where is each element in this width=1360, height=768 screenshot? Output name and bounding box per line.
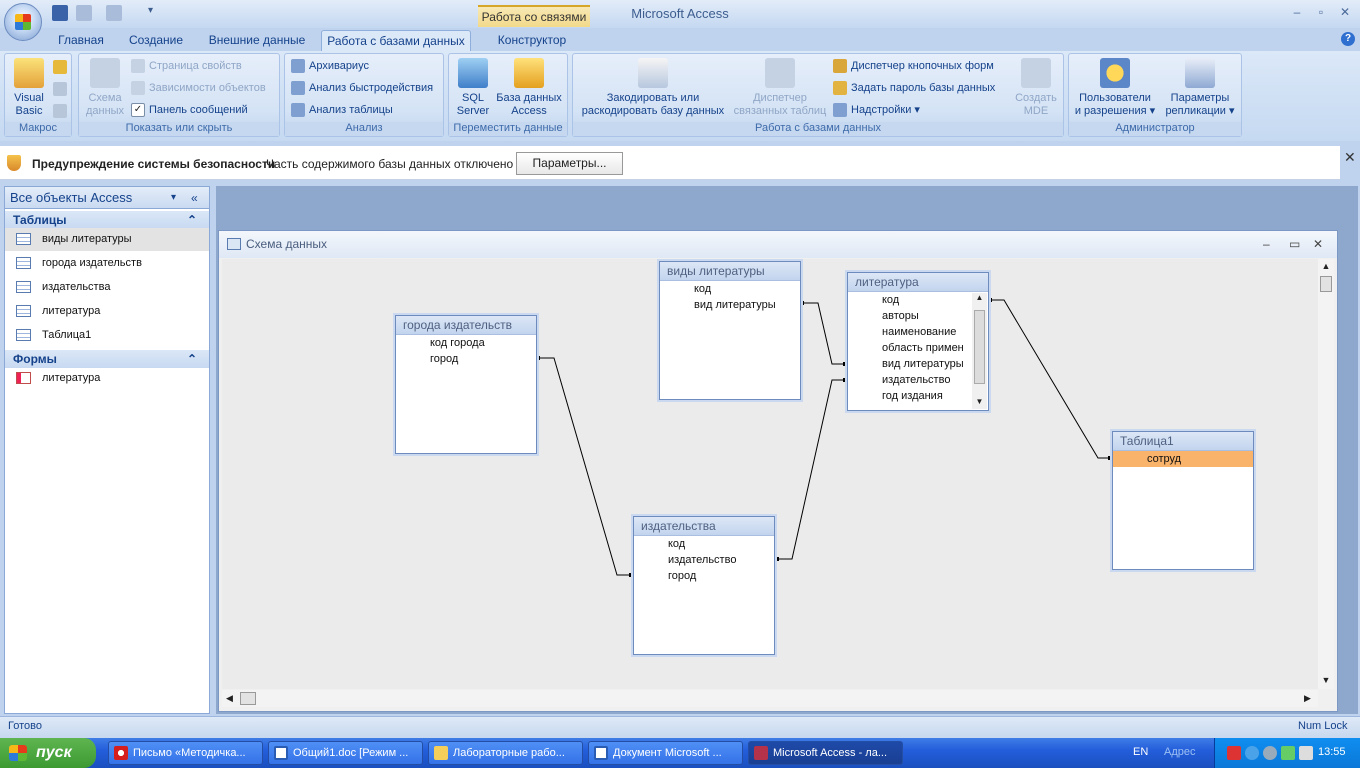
network-icon[interactable] xyxy=(1245,746,1259,760)
table-box-izd[interactable]: издательства код издательство город xyxy=(633,516,775,655)
taskbar-item-opera[interactable]: Письмо «Методичка... xyxy=(108,741,263,765)
start-button[interactable]: пуск xyxy=(0,738,96,768)
volume-icon[interactable] xyxy=(1299,746,1313,760)
table-box-title[interactable]: литература xyxy=(848,273,988,292)
table-field[interactable]: издательство xyxy=(634,552,774,568)
relationship-line xyxy=(776,379,847,560)
table-box-title[interactable]: города издательств xyxy=(396,316,536,335)
scroll-up-icon[interactable]: ▲ xyxy=(972,293,987,302)
table-field[interactable]: авторы xyxy=(848,308,988,324)
taskbar-item-label: Лабораторные рабо... xyxy=(453,747,565,759)
language-indicator[interactable]: EN xyxy=(1133,746,1148,758)
taskbar-item-document[interactable]: Документ Microsoft ... xyxy=(588,741,743,765)
table-box-title[interactable]: издательства xyxy=(634,517,774,536)
table-field[interactable]: издательство xyxy=(848,372,988,388)
taskbar-item-label: Письмо «Методичка... xyxy=(133,747,246,759)
table-field[interactable]: код города xyxy=(396,335,536,351)
scroll-thumb[interactable] xyxy=(974,310,985,384)
access-icon xyxy=(754,746,768,760)
table-box-title[interactable]: виды литературы xyxy=(660,262,800,281)
table-field[interactable]: вид литературы xyxy=(848,356,988,372)
folder-icon xyxy=(434,746,448,760)
status-text: Готово xyxy=(8,720,42,732)
taskbar-item-access[interactable]: Microsoft Access - ла... xyxy=(748,741,903,765)
scroll-thumb[interactable] xyxy=(240,692,256,705)
table-field[interactable]: город xyxy=(634,568,774,584)
taskbar-item-word[interactable]: Общий1.doc [Режим ... xyxy=(268,741,423,765)
taskbar-item-label: Microsoft Access - ла... xyxy=(773,747,888,759)
table-box-lit[interactable]: литература код авторы наименование облас… xyxy=(847,272,989,411)
table-field[interactable]: город xyxy=(396,351,536,367)
relationship-line xyxy=(989,299,1112,459)
address-toolbar-label[interactable]: Адрес xyxy=(1164,746,1196,758)
table-field[interactable]: наименование xyxy=(848,324,988,340)
start-label: пуск xyxy=(36,744,72,761)
relationship-line xyxy=(537,357,633,576)
table-field[interactable]: код xyxy=(660,281,800,297)
scroll-down-icon[interactable]: ▼ xyxy=(972,397,987,406)
table-field[interactable]: код xyxy=(634,536,774,552)
clock: 13:55 xyxy=(1318,746,1346,758)
windows-flag-icon xyxy=(9,745,27,761)
security-center-icon[interactable] xyxy=(1281,746,1295,760)
opera-icon xyxy=(114,746,128,760)
scroll-right-icon[interactable]: ▶ xyxy=(1304,693,1311,704)
scroll-left-icon[interactable]: ◀ xyxy=(226,693,233,704)
taskbar-item-label: Общий1.doc [Режим ... xyxy=(293,747,409,759)
status-bar xyxy=(0,716,1360,738)
table-box-t1[interactable]: Таблица1 сотруд xyxy=(1112,431,1254,570)
office-button[interactable] xyxy=(4,3,42,41)
table-box-vidy[interactable]: виды литературы код вид литературы xyxy=(659,261,801,400)
table-field-selected[interactable]: сотруд xyxy=(1113,451,1253,467)
table-field[interactable]: вид литературы xyxy=(660,297,800,313)
disk-icon[interactable] xyxy=(1263,746,1277,760)
table-field[interactable]: код xyxy=(848,292,988,308)
office-logo-icon xyxy=(15,14,31,30)
num-lock-indicator: Num Lock xyxy=(1298,720,1348,732)
relationship-line xyxy=(801,302,847,365)
table-box-goroda[interactable]: города издательств код города город xyxy=(395,315,537,454)
word-doc-icon xyxy=(594,746,608,760)
table-scrollbar[interactable]: ▲ ▼ xyxy=(972,293,987,409)
antivirus-icon[interactable] xyxy=(1227,746,1241,760)
word-doc-icon xyxy=(274,746,288,760)
horizontal-scrollbar[interactable]: ◀ ▶ xyxy=(222,690,1318,707)
scroll-down-icon[interactable]: ▼ xyxy=(1318,675,1334,685)
taskbar-item-label: Документ Microsoft ... xyxy=(613,747,722,759)
scroll-up-icon[interactable]: ▲ xyxy=(1318,261,1334,271)
table-field[interactable]: область примен xyxy=(848,340,988,356)
scroll-thumb[interactable] xyxy=(1320,276,1332,292)
table-box-title[interactable]: Таблица1 xyxy=(1113,432,1253,451)
taskbar-item-folder[interactable]: Лабораторные рабо... xyxy=(428,741,583,765)
vertical-scrollbar[interactable]: ▲ ▼ xyxy=(1318,259,1334,689)
table-field[interactable]: год издания xyxy=(848,388,988,404)
